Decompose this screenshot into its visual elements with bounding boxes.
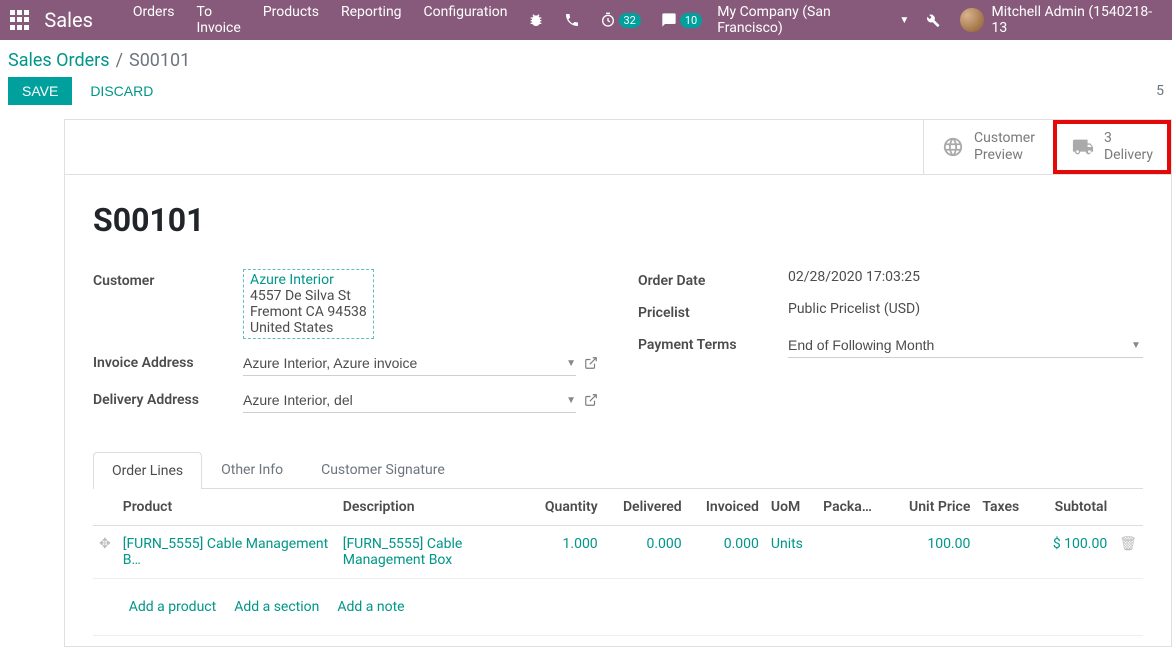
add-product-link[interactable]: Add a product — [129, 599, 216, 615]
save-button[interactable]: Save — [8, 77, 72, 105]
chevron-down-icon[interactable]: ▼ — [566, 395, 576, 406]
order-date-label: Order Date — [638, 269, 788, 289]
nav-configuration[interactable]: Configuration — [424, 4, 508, 36]
table-row[interactable]: ✥ [FURN_5555] Cable Management B… [FURN_… — [93, 525, 1143, 578]
avatar — [960, 8, 983, 32]
timer-icon[interactable]: 32 — [600, 12, 641, 28]
globe-icon — [942, 136, 964, 158]
pricelist-value: Public Pricelist (USD) — [788, 301, 1143, 317]
col-taxes[interactable]: Taxes — [976, 489, 1034, 526]
company-name: My Company (San Francisco) — [717, 4, 893, 36]
line-package[interactable] — [817, 525, 889, 578]
customer-field[interactable]: Azure Interior 4557 De Silva St Fremont … — [243, 269, 374, 339]
customer-preview-button[interactable]: Customer Preview — [923, 120, 1053, 174]
col-subtotal[interactable]: Subtotal — [1034, 489, 1113, 526]
customer-label: Customer — [93, 269, 243, 289]
tab-order-lines[interactable]: Order Lines — [93, 452, 202, 489]
payment-terms-select[interactable] — [788, 333, 1143, 358]
payment-terms-label: Payment Terms — [638, 333, 788, 353]
preview-line2: Preview — [974, 147, 1035, 164]
company-selector[interactable]: My Company (San Francisco) ▼ — [717, 4, 909, 36]
trash-icon[interactable]: 🗑 — [1119, 536, 1137, 552]
external-link-icon[interactable] — [584, 393, 598, 407]
customer-name: Azure Interior — [250, 272, 367, 288]
nav-orders[interactable]: Orders — [133, 4, 175, 36]
invoice-address-input[interactable] — [243, 351, 576, 376]
user-name: Mitchell Admin (1540218-13 — [992, 4, 1163, 36]
chat-badge: 10 — [680, 13, 702, 28]
line-unit-price[interactable]: 100.00 — [889, 525, 976, 578]
nav-products[interactable]: Products — [263, 4, 319, 36]
external-link-icon[interactable] — [584, 356, 598, 370]
apps-launcher-icon[interactable] — [10, 10, 29, 30]
add-section-link[interactable]: Add a section — [234, 599, 319, 615]
col-unit-price[interactable]: Unit Price — [889, 489, 976, 526]
line-subtotal: $ 100.00 — [1034, 525, 1113, 578]
phone-icon[interactable] — [564, 12, 580, 28]
line-invoiced[interactable]: 0.000 — [688, 525, 765, 578]
tab-customer-signature[interactable]: Customer Signature — [302, 451, 464, 488]
drag-handle-icon[interactable]: ✥ — [99, 536, 111, 552]
add-note-link[interactable]: Add a note — [337, 599, 404, 615]
col-delivered[interactable]: Delivered — [604, 489, 688, 526]
invoice-address-label: Invoice Address — [93, 351, 243, 371]
col-description[interactable]: Description — [337, 489, 527, 526]
col-quantity[interactable]: Quantity — [527, 489, 604, 526]
line-uom[interactable]: Units — [765, 525, 817, 578]
record-count: 5 — [1156, 83, 1164, 99]
delivery-count: 3 — [1104, 130, 1153, 147]
tab-other-info[interactable]: Other Info — [202, 451, 302, 488]
timer-badge: 32 — [619, 13, 641, 28]
col-uom[interactable]: UoM — [765, 489, 817, 526]
col-product[interactable]: Product — [117, 489, 337, 526]
customer-addr2: Fremont CA 94538 — [250, 304, 367, 320]
chevron-down-icon[interactable]: ▼ — [566, 358, 576, 369]
delivery-label: Delivery — [1104, 147, 1153, 164]
line-product[interactable]: [FURN_5555] Cable Management B… — [117, 525, 337, 578]
delivery-address-label: Delivery Address — [93, 388, 243, 408]
preview-line1: Customer — [974, 130, 1035, 147]
app-brand[interactable]: Sales — [44, 8, 93, 32]
line-quantity[interactable]: 1.000 — [527, 525, 604, 578]
lines-header-row: Product Description Quantity Delivered I… — [93, 489, 1143, 526]
nav-to-invoice[interactable]: To Invoice — [196, 4, 240, 36]
wrench-icon[interactable] — [924, 12, 940, 28]
discard-button[interactable]: Discard — [90, 83, 153, 99]
line-taxes[interactable] — [976, 525, 1034, 578]
pricelist-label: Pricelist — [638, 301, 788, 321]
nav-menu: Orders To Invoice Products Reporting Con… — [133, 4, 508, 36]
delivery-address-input[interactable] — [243, 388, 576, 413]
chevron-down-icon[interactable]: ▼ — [1131, 340, 1141, 351]
breadcrumb-current: S00101 — [129, 50, 190, 71]
breadcrumb: Sales Orders / S00101 — [0, 40, 1172, 77]
user-menu[interactable]: Mitchell Admin (1540218-13 — [960, 4, 1162, 36]
bug-icon[interactable] — [528, 12, 544, 28]
truck-icon — [1072, 136, 1094, 158]
breadcrumb-root[interactable]: Sales Orders — [8, 50, 110, 71]
nav-reporting[interactable]: Reporting — [341, 4, 402, 36]
col-package[interactable]: Packa… — [817, 489, 889, 526]
customer-addr1: 4557 De Silva St — [250, 288, 367, 304]
customer-country: United States — [250, 320, 367, 336]
order-name: S00101 — [93, 201, 1171, 239]
order-date-value: 02/28/2020 17:03:25 — [788, 269, 1143, 285]
line-description[interactable]: [FURN_5555] Cable Management Box — [337, 525, 527, 578]
chat-icon[interactable]: 10 — [661, 12, 702, 28]
line-delivered[interactable]: 0.000 — [604, 525, 688, 578]
delivery-button[interactable]: 3 Delivery — [1053, 120, 1171, 174]
col-invoiced[interactable]: Invoiced — [688, 489, 765, 526]
